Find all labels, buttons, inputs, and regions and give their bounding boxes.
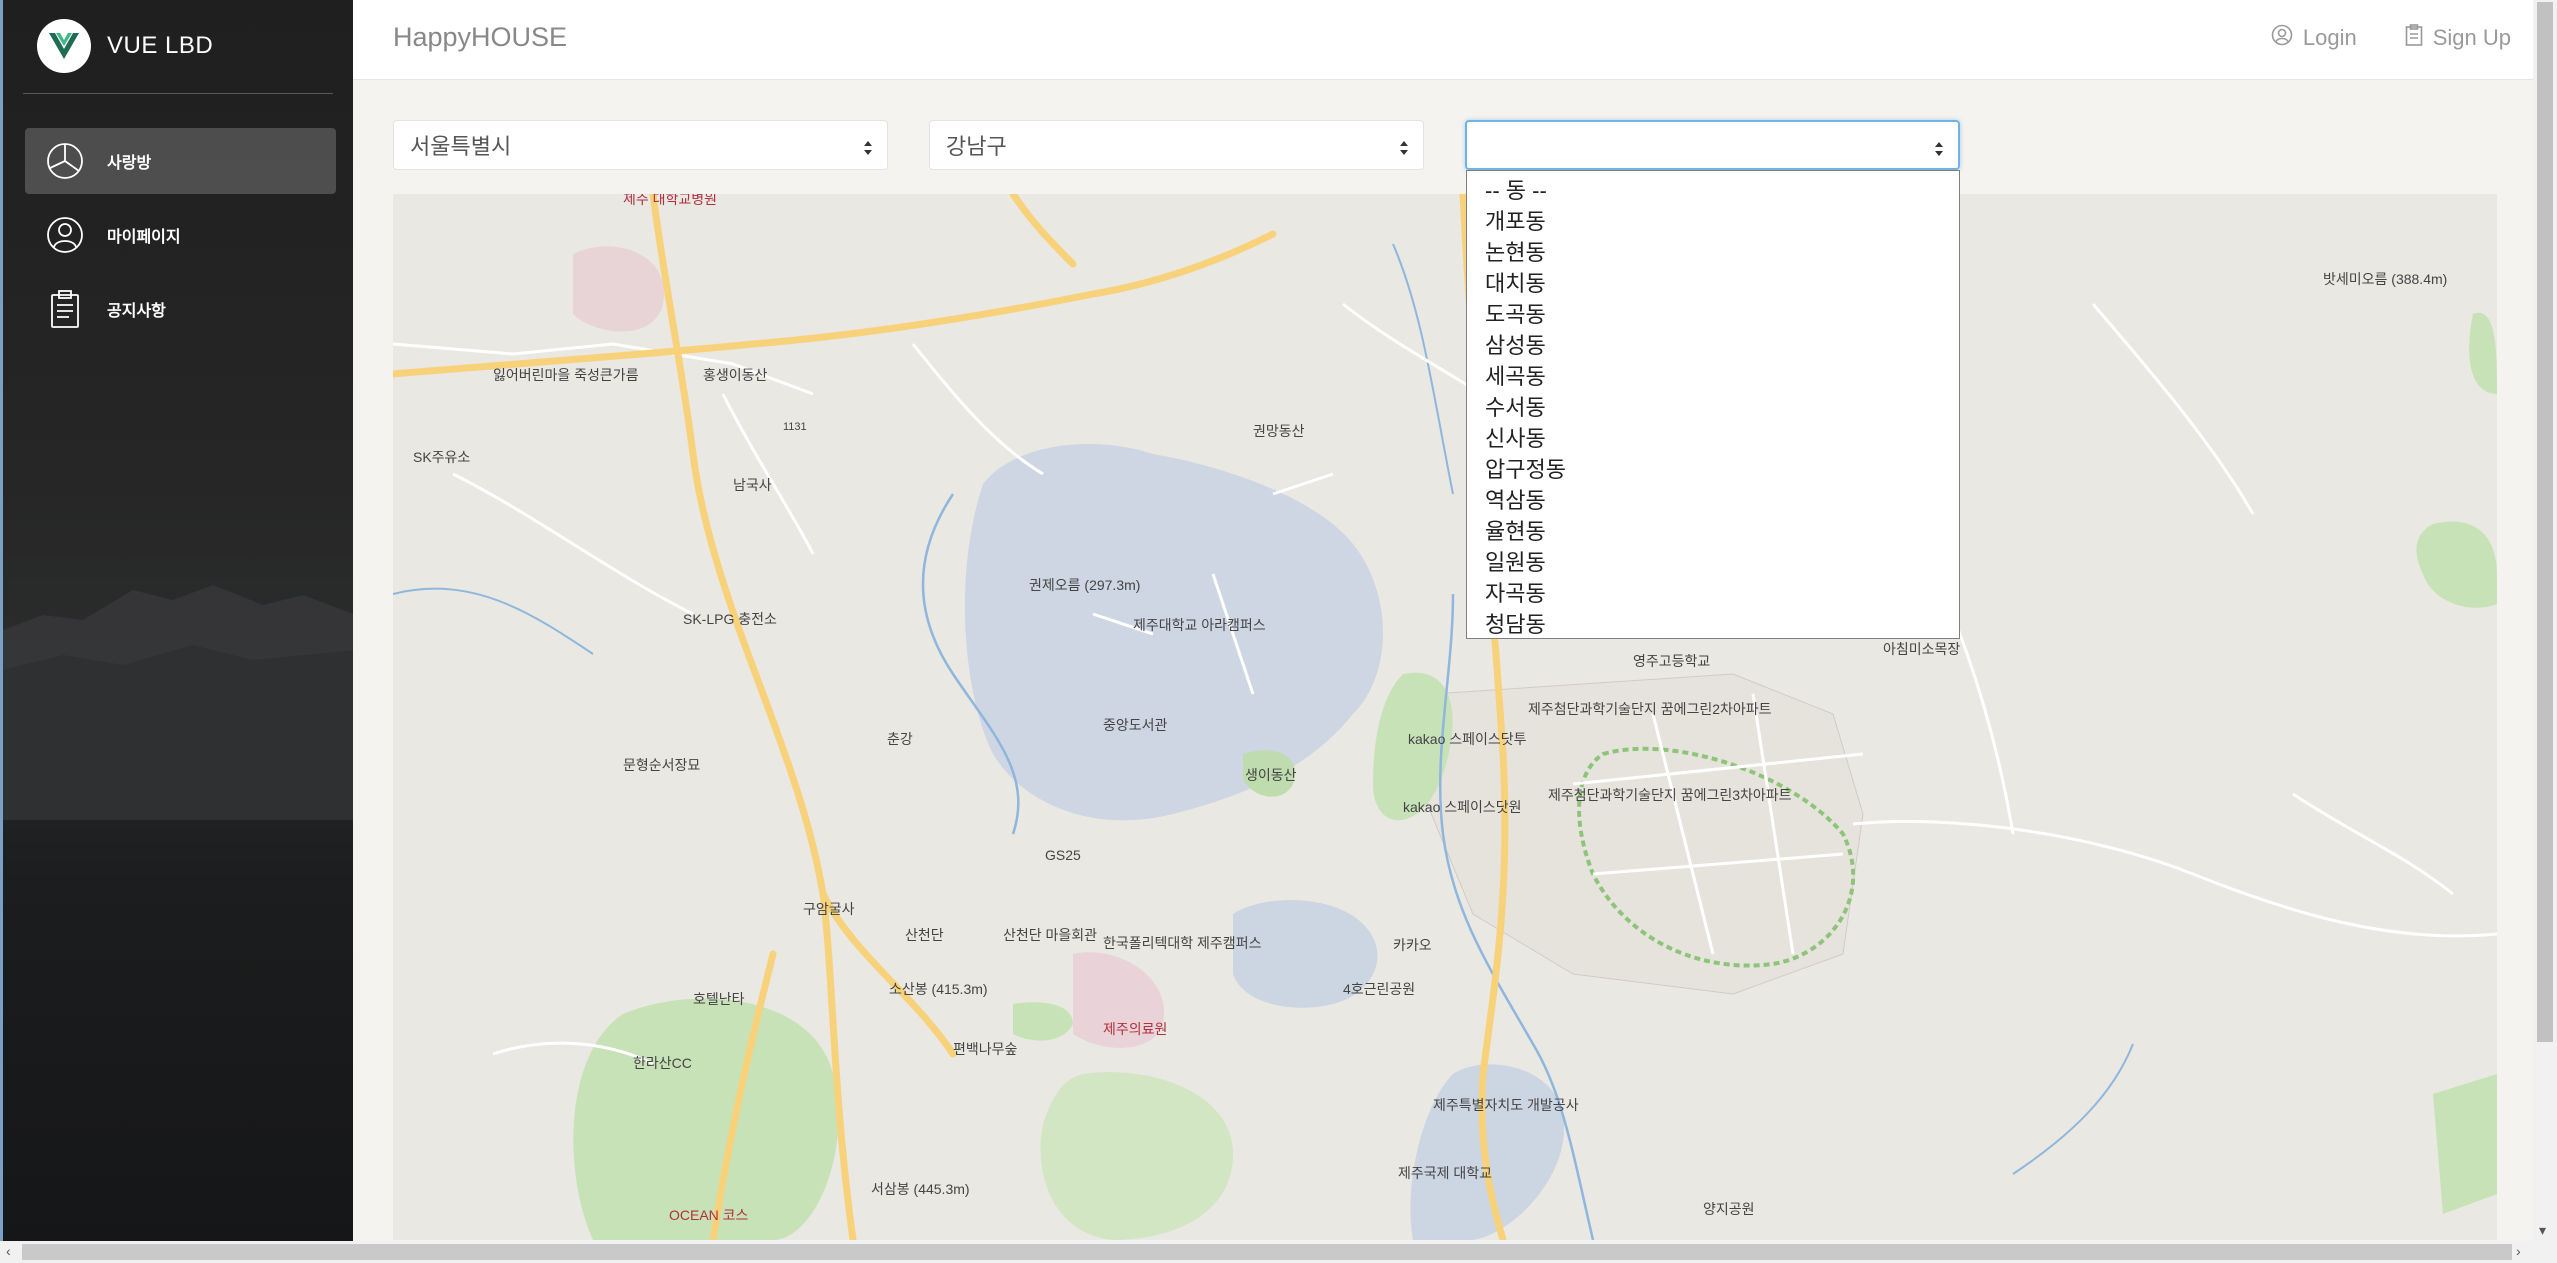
map-label: 제주첨단과학기술단지 꿈에그린2차아파트 <box>1528 701 1772 717</box>
brand-title: VUE LBD <box>107 32 214 59</box>
map-label: 소산봉 (415.3m) <box>889 981 988 997</box>
sidebar: VUE LBD 사랑방 마이페이지 공지사항 <box>0 0 353 1263</box>
map-label: 제주국제 대학교 <box>1398 1165 1492 1181</box>
gu-select[interactable]: 강남구 <box>929 120 1424 170</box>
map-canvas: 제주 대학교병원 잃어버린마을 죽성큰가름 홍생이동산 1131 SK주유소 남… <box>393 194 2497 1240</box>
select-arrows-icon <box>863 137 873 163</box>
map-label: 제주대학교 아라캠퍼스 <box>1133 617 1266 633</box>
dropdown-option[interactable]: 대치동 <box>1467 268 1959 299</box>
sidebar-item-label: 공지사항 <box>107 303 166 320</box>
dropdown-option[interactable]: -- 동 -- <box>1467 175 1959 206</box>
dropdown-option[interactable]: 수서동 <box>1467 392 1959 423</box>
map-label: 아침미소목장 <box>1883 641 1960 657</box>
scrollbar-thumb[interactable] <box>2537 2 2553 1042</box>
top-navbar: HappyHOUSE Login Sign Up <box>353 0 2533 80</box>
navbar-links: Login Sign Up <box>2271 24 2511 52</box>
map-label: 생이동산 <box>1245 767 1297 783</box>
select-arrows-icon <box>1399 137 1409 163</box>
dropdown-option[interactable]: 신사동 <box>1467 423 1959 454</box>
map-label: 카카오 <box>1393 937 1432 953</box>
map-label: 제주특별자치도 개발공사 <box>1433 1097 1579 1113</box>
map-label: GS25 <box>1045 847 1081 863</box>
map-label: 4호근린공원 <box>1343 981 1415 997</box>
map-label: 제주첨단과학기술단지 꿈에그린3차아파트 <box>1548 787 1792 803</box>
scroll-right-arrow-icon[interactable]: › <box>2516 1243 2521 1259</box>
dropdown-option[interactable]: 일원동 <box>1467 547 1959 578</box>
map-label: 권망동산 <box>1253 423 1305 439</box>
map-label: 잃어버린마을 죽성큰가름 <box>493 367 639 383</box>
map-label: 서삼봉 (445.3m) <box>871 1181 970 1197</box>
city-select[interactable]: 서울특별시 <box>393 120 888 170</box>
dropdown-option[interactable]: 삼성동 <box>1467 330 1959 361</box>
user-circle-icon <box>2271 24 2293 52</box>
brand[interactable]: VUE LBD <box>37 18 213 74</box>
map-label: kakao 스페이스닷원 <box>1403 799 1522 815</box>
map-label: 남국사 <box>733 477 772 493</box>
vue-logo-icon <box>37 19 91 73</box>
dropdown-option[interactable]: 논현동 <box>1467 237 1959 268</box>
map-label: 권제오름 (297.3m) <box>1029 577 1140 593</box>
map-label: 문형순서장묘 <box>623 757 700 773</box>
dropdown-option[interactable]: 개포동 <box>1467 206 1959 237</box>
divider <box>23 93 333 94</box>
dropdown-option[interactable]: 압구정동 <box>1467 454 1959 485</box>
map-label: 구암굴사 <box>803 901 855 917</box>
map-label: 영주고등학교 <box>1633 653 1710 669</box>
sidebar-item-label: 사랑방 <box>107 155 152 172</box>
clipboard-icon <box>45 289 85 329</box>
map-label: 한라산CC <box>633 1055 692 1071</box>
dropdown-option[interactable]: 율현동 <box>1467 516 1959 547</box>
scroll-down-arrow-icon[interactable]: ▾ <box>2539 1222 2546 1239</box>
map-label: 산천단 <box>905 927 944 943</box>
mountain-background <box>3 585 353 820</box>
map-label: 편백나무숲 <box>953 1041 1018 1057</box>
map-label: 중앙도서관 <box>1103 717 1168 733</box>
map-label: 홍생이동산 <box>703 367 768 383</box>
sidebar-item-sarangbang[interactable]: 사랑방 <box>25 128 336 194</box>
horizontal-scrollbar[interactable]: ‹ › <box>0 1241 2557 1263</box>
sidebar-nav: 사랑방 마이페이지 공지사항 <box>25 128 336 350</box>
map-label: 한국폴리텍대학 제주캠퍼스 <box>1103 935 1262 951</box>
map-label: 양지공원 <box>1703 1201 1755 1217</box>
map-label: 제주 대학교병원 <box>623 194 717 207</box>
map-label: kakao 스페이스닷투 <box>1408 731 1527 747</box>
login-link[interactable]: Login <box>2271 24 2357 52</box>
map-label: 춘강 <box>887 731 913 747</box>
vertical-scrollbar[interactable]: ▾ <box>2533 0 2557 1241</box>
dropdown-option[interactable]: 자곡동 <box>1467 578 1959 609</box>
dropdown-option[interactable]: 역삼동 <box>1467 485 1959 516</box>
sidebar-item-notice[interactable]: 공지사항 <box>25 276 336 342</box>
gu-select-value: 강남구 <box>946 134 1007 159</box>
city-select-value: 서울특별시 <box>410 134 512 159</box>
dropdown-option[interactable]: 청담동 <box>1467 609 1959 640</box>
pie-chart-icon <box>45 141 85 181</box>
login-label: Login <box>2302 25 2357 50</box>
map-label: 제주의료원 <box>1103 1021 1167 1037</box>
sidebar-item-mypage[interactable]: 마이페이지 <box>25 202 336 268</box>
map-label: 호텔난타 <box>693 991 745 1007</box>
scrollbar-thumb[interactable] <box>22 1244 2512 1260</box>
map-label: OCEAN 코스 <box>669 1207 749 1223</box>
map-label: SK주유소 <box>413 449 470 465</box>
sidebar-item-label: 마이페이지 <box>107 229 181 246</box>
user-icon <box>45 215 85 255</box>
scroll-left-arrow-icon[interactable]: ‹ <box>6 1243 11 1259</box>
dropdown-option[interactable]: 도곡동 <box>1467 299 1959 330</box>
signup-label: Sign Up <box>2432 25 2511 50</box>
map-label: 1131 <box>783 421 807 433</box>
navbar-brand[interactable]: HappyHOUSE <box>393 22 567 53</box>
select-arrows-icon <box>1934 138 1944 164</box>
dropdown-option[interactable]: 세곡동 <box>1467 361 1959 392</box>
dong-select[interactable] <box>1465 120 1960 170</box>
dong-dropdown-list: -- 동 -- 개포동 논현동 대치동 도곡동 삼성동 세곡동 수서동 신사동 압구정동 역삼동 율현… <box>1466 170 1960 639</box>
signup-link[interactable]: Sign Up <box>2405 24 2511 52</box>
map[interactable]: 제주 대학교병원 잃어버린마을 죽성큰가름 홍생이동산 1131 SK주유소 남… <box>393 194 2497 1240</box>
map-label: 밧세미오름 (388.4m) <box>2323 271 2447 287</box>
clipboard-icon <box>2405 24 2423 52</box>
map-label: 산천단 마을회관 <box>1003 927 1097 943</box>
map-label: SK-LPG 충전소 <box>683 611 777 627</box>
